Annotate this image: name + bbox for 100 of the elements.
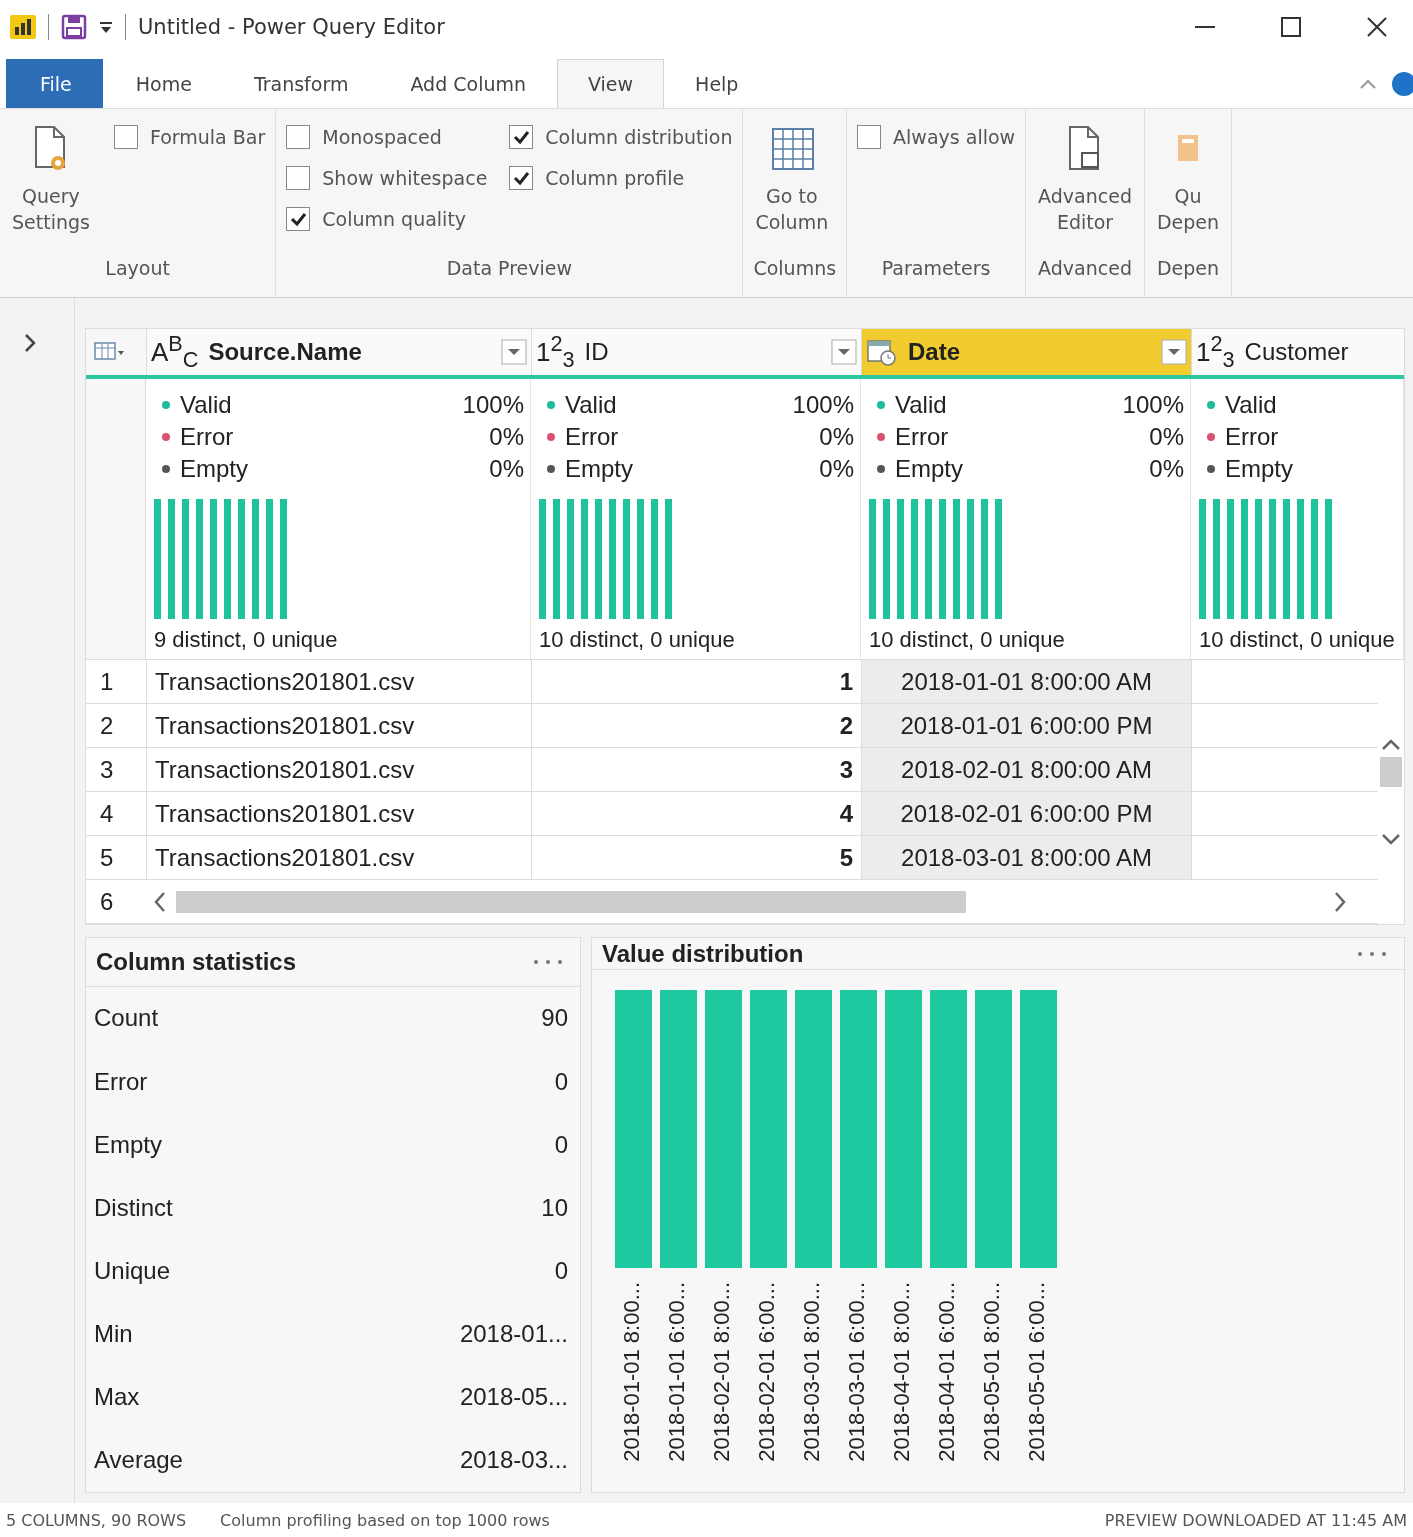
window-title: Untitled - Power Query Editor [138, 15, 445, 39]
statistic-value: 0 [554, 1067, 568, 1096]
quality-value: 0% [819, 455, 854, 483]
row-number: 5 [99, 842, 115, 873]
panel-title: Column statistics [96, 947, 297, 976]
checkbox-label: Monospaced [322, 126, 442, 148]
column-name: Customer [1244, 338, 1350, 366]
checkbox[interactable] [509, 166, 534, 190]
quality-label: Error [1225, 423, 1279, 451]
status-text: 5 COLUMNS, 90 ROWS [6, 1510, 187, 1530]
dropdown-icon[interactable] [831, 339, 857, 365]
dependency-icon [1178, 135, 1199, 161]
table-cell: 2018-01-01 6:00:00 PM [861, 704, 1191, 747]
quality-label: Empty [1225, 455, 1293, 483]
checkbox-label: Show whitespace [322, 167, 488, 189]
quality-value: 0% [489, 455, 524, 483]
quality-label: Empty [895, 455, 963, 483]
statistic-label: Empty [94, 1130, 162, 1159]
more-icon[interactable] [1356, 949, 1388, 958]
statistic-value: 2018-03... [459, 1446, 568, 1475]
checkbox[interactable] [286, 207, 311, 231]
quality-label: Error [895, 423, 949, 451]
scrollbar-thumb[interactable] [176, 890, 966, 913]
statistic-label: Count [94, 1004, 159, 1033]
checkbox[interactable] [857, 125, 882, 149]
quality-value: 0% [1149, 423, 1184, 451]
checkbox-label: Column quality [322, 208, 467, 230]
ribbon-button[interactable]: Advanced Editor [1036, 125, 1134, 257]
statistic-label: Min [94, 1320, 133, 1349]
file-tab[interactable]: File [6, 59, 103, 108]
help-icon[interactable] [1391, 71, 1413, 97]
more-icon[interactable] [532, 957, 564, 966]
quality-value: 100% [1122, 391, 1184, 419]
quality-label: Valid [565, 391, 617, 419]
quality-label: Valid [180, 391, 232, 419]
quality-label: Empty [180, 455, 248, 483]
row-number: 4 [99, 798, 115, 829]
table-menu-icon[interactable] [94, 341, 126, 363]
statistic-value: 2018-01... [459, 1320, 568, 1349]
statistic-value: 10 [541, 1193, 568, 1222]
checkbox[interactable] [509, 125, 534, 149]
table-cell: 2018-02-01 6:00:00 PM [861, 792, 1191, 835]
checkbox[interactable] [286, 166, 311, 190]
scrollbar-thumb[interactable] [1380, 757, 1402, 787]
axis-label: 2018-01-01 8:00... [619, 1282, 645, 1462]
save-icon[interactable] [61, 14, 87, 40]
row-number: 2 [99, 710, 115, 741]
dropdown-icon[interactable] [1161, 339, 1187, 365]
dropdown-icon[interactable] [501, 339, 527, 365]
table-cell: Transactions201801.csv [146, 836, 531, 879]
dropdown-icon[interactable] [99, 20, 113, 34]
group-label: Parameters [880, 257, 992, 281]
ribbon-button[interactable]: Qu Depen [1154, 125, 1222, 257]
ribbon-tab[interactable]: Help [664, 59, 770, 108]
table-cell: Transactions201801.csv [146, 792, 531, 835]
ribbon-button[interactable]: Query Settings [10, 125, 92, 257]
column-name: Date [908, 338, 962, 366]
panel-title: Value distribution [602, 939, 804, 968]
quality-label: Error [565, 423, 619, 451]
close-icon[interactable] [1365, 15, 1389, 39]
table-cell: Transactions201801.csv [146, 748, 531, 791]
quality-label: Valid [1225, 391, 1277, 419]
statistic-value: 90 [541, 1004, 568, 1033]
table-cell: Transactions201801.csv [146, 704, 531, 747]
status-text: PREVIEW DOWNLOADED AT 11:45 AM [1104, 1510, 1407, 1530]
quality-label: Error [180, 423, 234, 451]
maximize-icon[interactable] [1279, 15, 1303, 39]
calendar-clock-icon[interactable] [866, 338, 898, 366]
ribbon-button[interactable]: Go to Column [753, 125, 831, 257]
quality-value: 0% [1149, 455, 1184, 483]
ribbon-tab[interactable]: View [557, 59, 665, 108]
expand-icon[interactable] [23, 332, 37, 354]
checkbox[interactable] [286, 125, 311, 149]
collapse-ribbon-icon[interactable] [1359, 78, 1377, 90]
axis-label: 2018-02-01 6:00... [754, 1282, 780, 1462]
row-number: 3 [99, 754, 115, 785]
table-cell: 2018-01-01 8:00:00 AM [861, 660, 1191, 703]
checkbox[interactable] [113, 125, 138, 149]
checkbox-label: Formula Bar [149, 126, 266, 148]
group-label: Data Preview [445, 257, 574, 281]
ribbon-tab[interactable]: Add Column [379, 59, 557, 108]
row-number: 1 [99, 666, 115, 697]
axis-label: 2018-04-01 8:00... [889, 1282, 915, 1462]
statistic-label: Max [94, 1383, 140, 1412]
statistic-value: 0 [554, 1256, 568, 1285]
statistic-label: Error [94, 1067, 148, 1096]
quality-label: Valid [895, 391, 947, 419]
column-header[interactable]: Date [861, 329, 1191, 375]
group-label: Columns [753, 257, 837, 281]
statistic-label: Distinct [94, 1193, 173, 1222]
ribbon-tab[interactable]: Home [104, 59, 223, 108]
quality-value: 100% [462, 391, 524, 419]
axis-label: 2018-01-01 6:00... [664, 1282, 690, 1462]
axis-label: 2018-02-01 8:00... [709, 1282, 735, 1462]
statistic-value: 2018-05... [459, 1383, 568, 1412]
scroll-down-icon[interactable] [1380, 831, 1402, 847]
column-name: Source.Name [208, 338, 363, 366]
ribbon-tab[interactable]: Transform [222, 59, 380, 108]
distinct-count: 9 distinct, 0 unique [154, 627, 339, 653]
axis-label: 2018-04-01 6:00... [934, 1282, 960, 1462]
